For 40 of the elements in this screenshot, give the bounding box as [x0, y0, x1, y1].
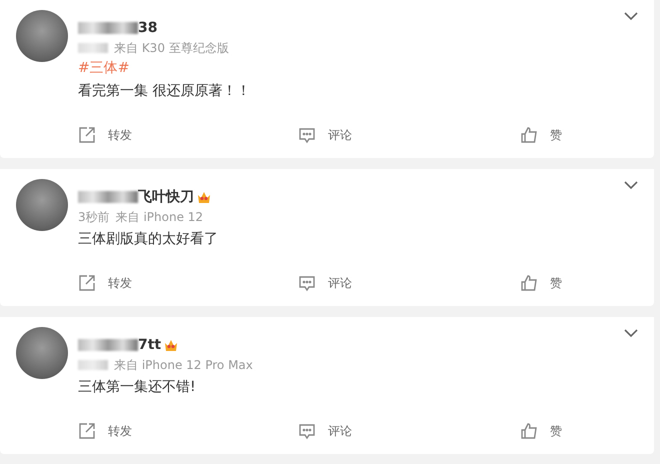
post-text: 三体第一集还不错! [78, 378, 197, 396]
blurred-username [78, 191, 138, 203]
comment-icon [298, 126, 316, 144]
post-text: 看完第一集 很还原原著！！ [78, 82, 252, 100]
blurred-username [78, 22, 138, 34]
post-source: 来自 iPhone 12 Pro Max [114, 357, 253, 373]
thumbs-up-icon [520, 126, 538, 144]
action-button[interactable]: 转发 [78, 126, 298, 144]
action-button[interactable]: 赞 [520, 274, 614, 292]
comment-icon [298, 274, 316, 292]
avatar-photo-placeholder [16, 179, 68, 231]
username[interactable]: 7tt [138, 337, 162, 353]
blurred-time [78, 43, 108, 53]
share-icon [78, 274, 96, 292]
post-source: 来自 K30 至尊纪念版 [114, 40, 229, 56]
blurred-time [78, 360, 108, 370]
action-button[interactable]: 评论 [298, 126, 520, 144]
post-text: 三体剧版真的太好看了 [78, 230, 219, 248]
chevron-down-icon[interactable] [624, 12, 638, 21]
comment-icon [298, 422, 316, 440]
action-button[interactable]: 转发 [78, 274, 298, 292]
action-button[interactable]: 赞 [520, 422, 614, 440]
blurred-username [78, 339, 138, 351]
share-icon [78, 422, 96, 440]
username[interactable]: 飞叶快刀 [138, 188, 194, 206]
action-button[interactable]: 评论 [298, 422, 520, 440]
share-icon [78, 126, 96, 144]
action-button[interactable]: 赞 [520, 126, 614, 144]
action-button[interactable]: 转发 [78, 422, 298, 440]
avatar-photo-placeholder [16, 327, 68, 379]
topic-link[interactable]: #三体# [78, 59, 614, 77]
post-time: 3秒前 [78, 209, 110, 225]
username[interactable]: 38 [138, 20, 158, 36]
post-source: 来自 iPhone 12 [116, 209, 204, 225]
action-button[interactable]: 评论 [298, 274, 520, 292]
chevron-down-icon[interactable] [624, 181, 638, 190]
thumbs-up-icon [520, 422, 538, 440]
chevron-down-icon[interactable] [624, 329, 638, 338]
thumbs-up-icon [520, 274, 538, 292]
avatar-photo-placeholder [16, 10, 68, 62]
